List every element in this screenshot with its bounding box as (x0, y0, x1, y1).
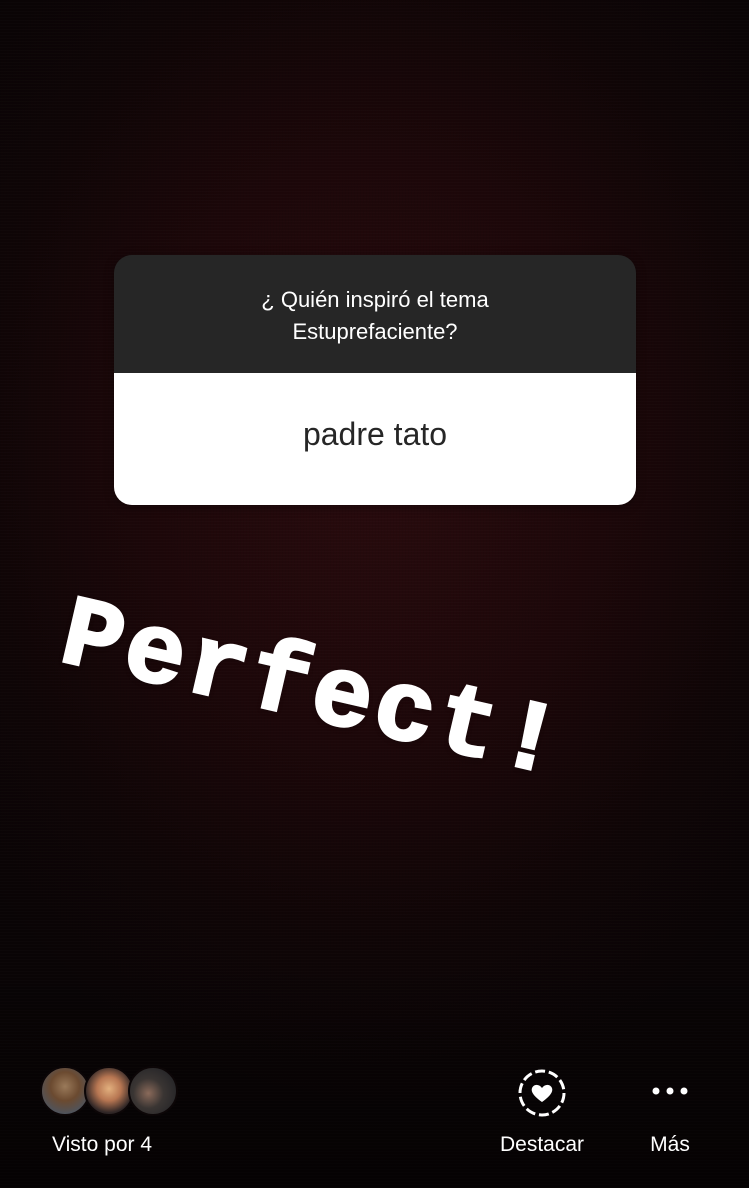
perfect-text-sticker: Perfect! (49, 579, 576, 807)
question-text: ¿ Quién inspiró el tema Estuprefaciente? (261, 287, 489, 344)
answer-area: padre tato (114, 373, 636, 505)
story-view[interactable]: ¿ Quién inspiró el tema Estuprefaciente?… (0, 0, 749, 1188)
heart-circle-icon (518, 1069, 566, 1117)
viewer-avatar (84, 1066, 134, 1116)
answer-text: padre tato (302, 415, 448, 452)
question-sticker[interactable]: ¿ Quién inspiró el tema Estuprefaciente?… (114, 255, 636, 505)
question-header: ¿ Quién inspiró el tema Estuprefaciente? (114, 255, 636, 373)
viewers-avatars[interactable] (40, 1066, 200, 1120)
more-dots-icon (652, 1087, 688, 1095)
highlight-label: Destacar (499, 1133, 585, 1156)
viewer-avatar (128, 1066, 178, 1116)
viewer-avatar (40, 1066, 90, 1116)
highlight-button[interactable]: Destacar (494, 1066, 590, 1162)
more-label: Más (650, 1133, 690, 1156)
seen-by-label[interactable]: Visto por 4 (52, 1133, 152, 1157)
more-button[interactable]: Más (636, 1066, 704, 1162)
